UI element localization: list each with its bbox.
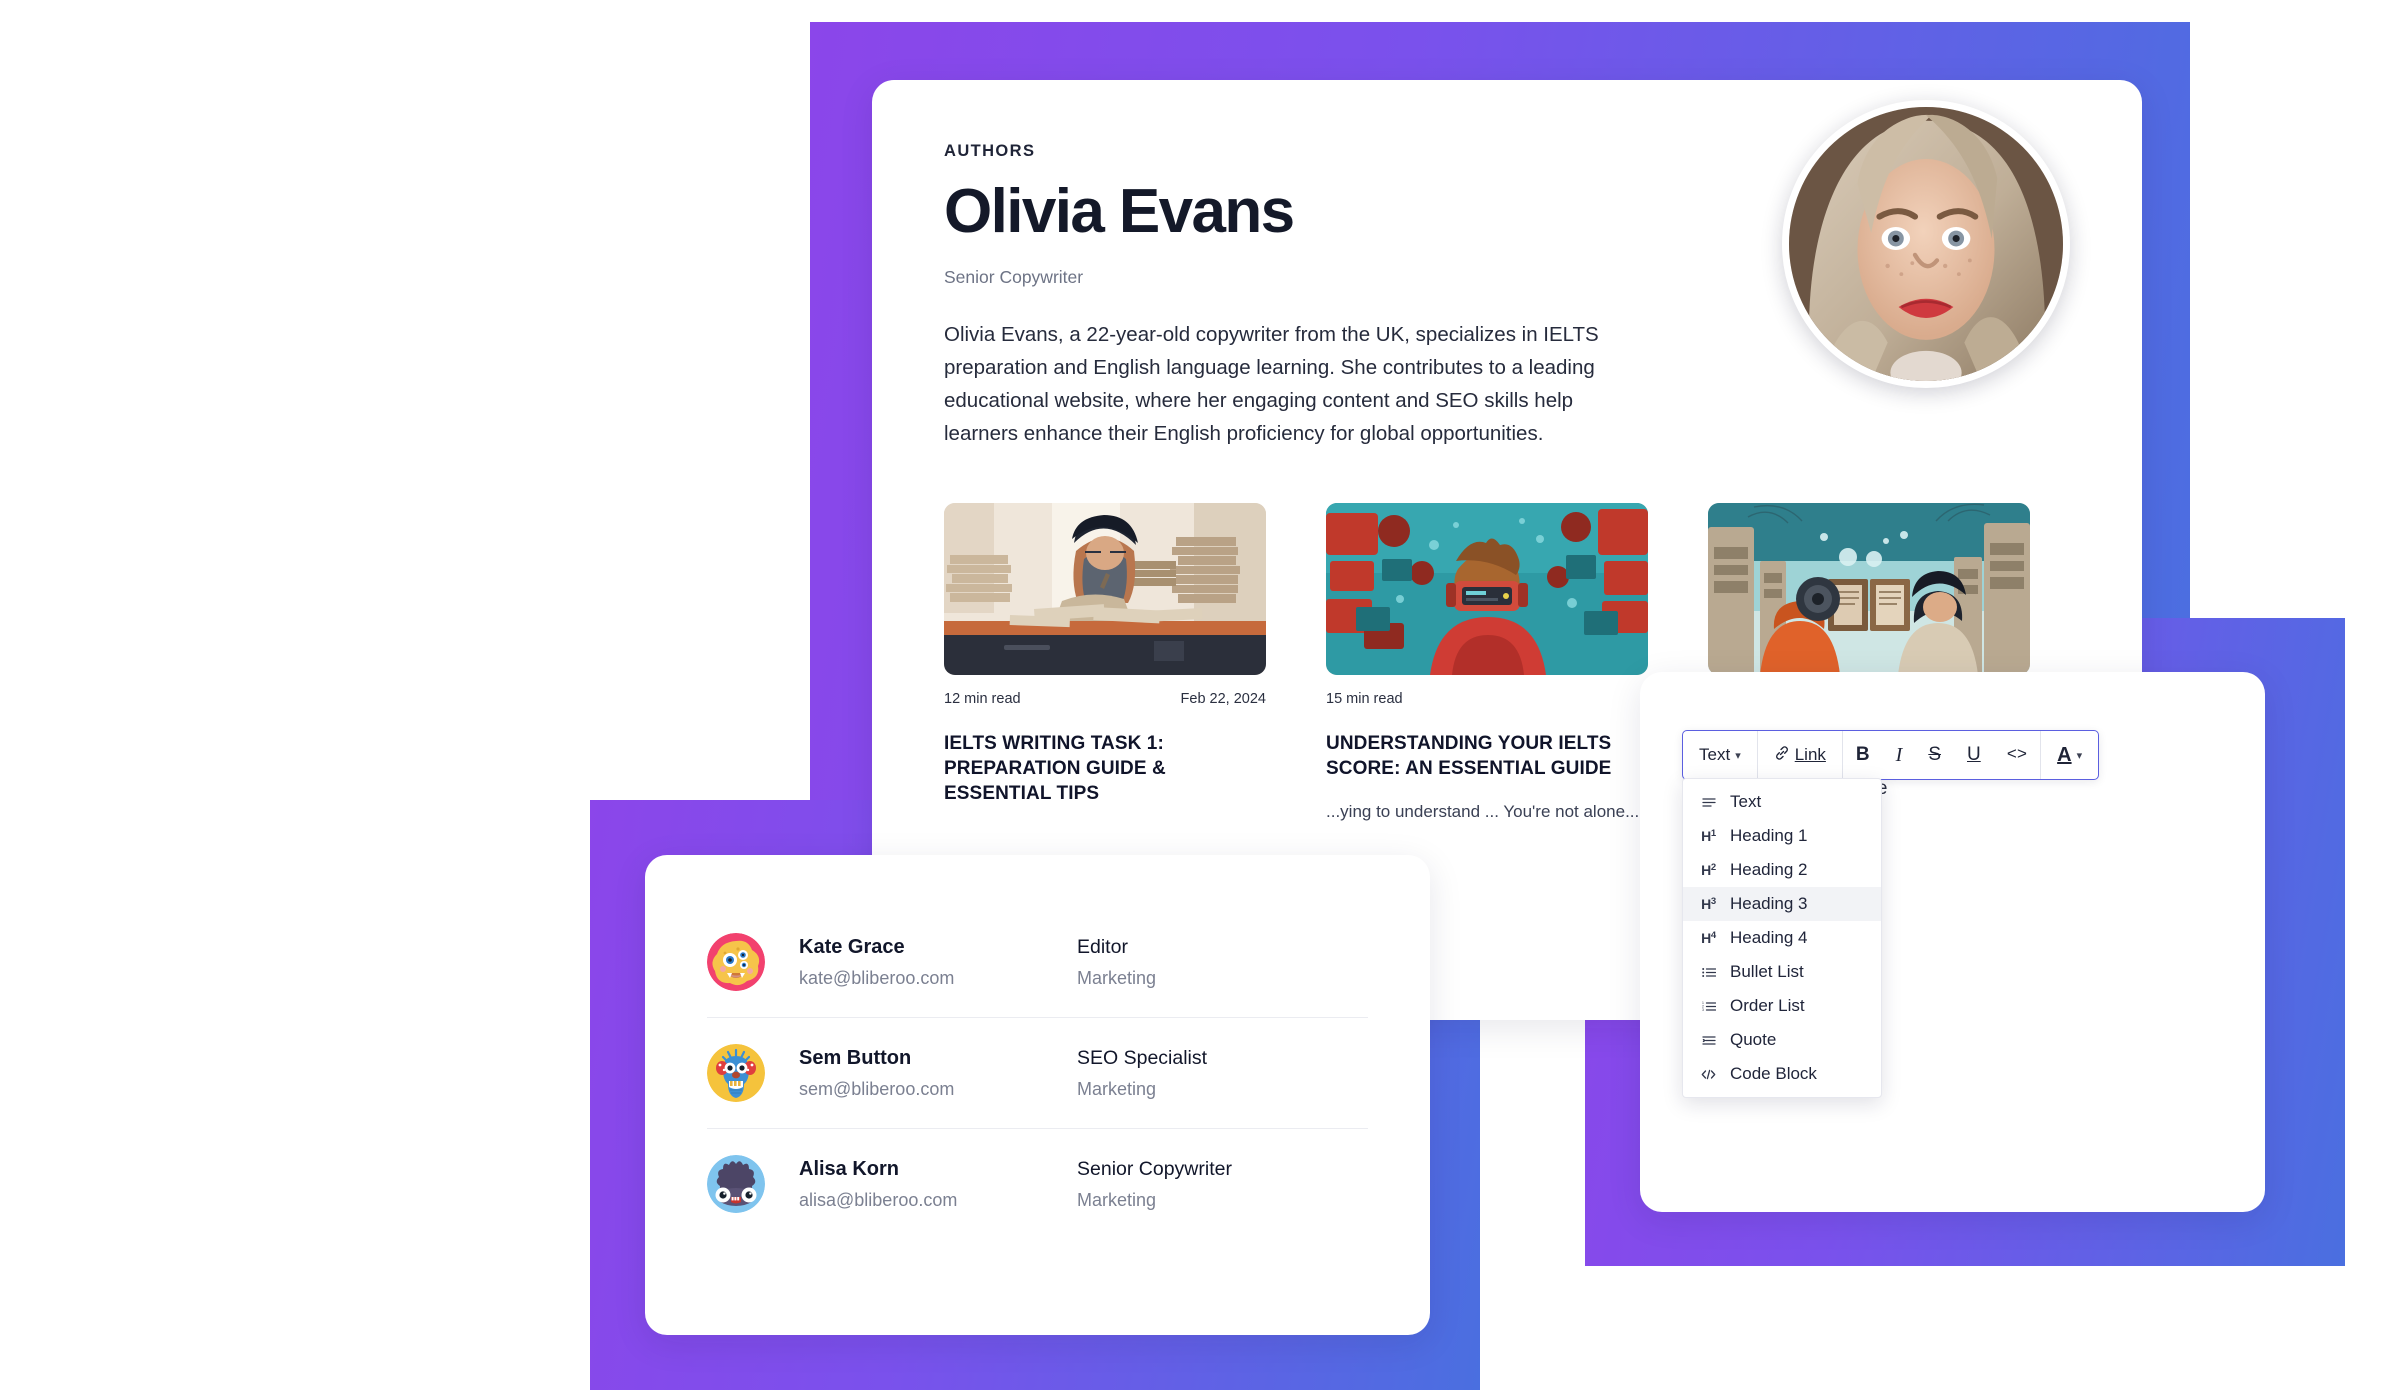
text-style-dropdown-button[interactable]: Text ▾ — [1683, 731, 1757, 779]
article-thumbnail — [1326, 502, 1648, 675]
monster-yellow-three-eyes-icon — [707, 933, 765, 991]
toolbar-group-style: Text ▾ — [1683, 731, 1757, 779]
avatar — [707, 1155, 765, 1213]
text-style-label: Text — [1699, 745, 1731, 764]
menu-item-code-block[interactable]: Code Block — [1683, 1057, 1881, 1091]
menu-item-label: Bullet List — [1730, 962, 1804, 981]
order-list-icon: 1 2 3 — [1699, 1001, 1718, 1012]
team-list: Kate Grace kate@bliberoo.com Editor Mark… — [645, 855, 1430, 1291]
editor-body-text[interactable]: ere — [1860, 778, 2223, 800]
formatting-toolbar: Text ▾ Link B I S U <> A ▾ — [1682, 730, 2100, 780]
article-meta: 15 min read — [1326, 691, 1648, 707]
member-job: SEO Specialist Marketing — [1077, 1047, 1368, 1100]
menu-item-heading-2[interactable]: H2 Heading 2 — [1683, 853, 1881, 887]
member-department: Marketing — [1077, 1189, 1157, 1210]
member-email: sem@bliberoo.com — [799, 1078, 955, 1099]
article-thumbnail — [944, 502, 1266, 675]
avatar — [707, 933, 765, 991]
h4-icon: H4 — [1701, 930, 1716, 946]
article-card[interactable]: 15 min read UNDERSTANDING YOUR IELTS SCO… — [1326, 502, 1648, 826]
h1-icon: H1 — [1701, 828, 1716, 844]
italic-button[interactable]: I — [1883, 731, 1916, 779]
menu-item-label: Heading 4 — [1730, 928, 1808, 947]
member-identity: Alisa Korn alisa@bliberoo.com — [799, 1158, 1077, 1211]
link-label: Link — [1794, 745, 1826, 764]
article-read-time: 12 min read — [944, 690, 1021, 707]
member-email: alisa@bliberoo.com — [799, 1189, 958, 1210]
menu-item-quote[interactable]: Quote — [1683, 1023, 1881, 1057]
menu-item-label: Heading 2 — [1730, 860, 1808, 879]
toolbar-group-inline: B I S U <> — [1841, 731, 2040, 779]
member-job: Editor Marketing — [1077, 936, 1368, 989]
article-excerpt: ...ying to understand ... You're not alo… — [1326, 801, 1640, 821]
desk-study-illustration-icon — [944, 502, 1266, 675]
inline-code-button[interactable]: <> — [1994, 731, 2040, 779]
member-title: Editor — [1077, 935, 1128, 958]
member-email: kate@bliberoo.com — [799, 967, 955, 988]
cyber-library-illustration-icon — [1708, 502, 2030, 675]
text-color-label: A — [2057, 743, 2072, 766]
underline-button[interactable]: U — [1954, 731, 1994, 779]
chevron-down-icon: ▾ — [1735, 749, 1741, 762]
menu-item-label: Quote — [1730, 1030, 1777, 1049]
article-date: Feb 22, 2024 — [1180, 690, 1266, 707]
member-name: Sem Button — [799, 1046, 912, 1069]
toolbar-group-link: Link — [1756, 731, 1842, 779]
monster-blue-horned-icon — [707, 1044, 765, 1102]
menu-item-heading-4[interactable]: H4 Heading 4 — [1683, 921, 1881, 955]
member-name: Kate Grace — [799, 935, 905, 958]
member-identity: Kate Grace kate@bliberoo.com — [799, 936, 1077, 989]
menu-item-bullet-list[interactable]: Bullet List — [1683, 955, 1881, 989]
screenshot-stage: AUTHORS Olivia Evans Senior Copywriter O… — [0, 0, 2400, 1400]
strikethrough-button[interactable]: S — [1915, 731, 1954, 779]
toolbar-group-color: A ▾ — [2040, 731, 2098, 779]
bold-button[interactable]: B — [1843, 731, 1883, 779]
article-read-time: 15 min read — [1326, 690, 1403, 707]
menu-item-label: Code Block — [1730, 1064, 1817, 1083]
paragraph-icon — [1699, 797, 1718, 808]
code-block-icon — [1699, 1069, 1718, 1080]
quote-icon — [1699, 1035, 1718, 1046]
text-style-dropdown-menu: Text H1 Heading 1 H2 Heading 2 H3 Headin… — [1682, 778, 1882, 1098]
article-meta: 12 min read Feb 22, 2024 — [944, 691, 1266, 707]
bullet-list-icon — [1699, 967, 1718, 978]
table-row[interactable]: Kate Grace kate@bliberoo.com Editor Mark… — [707, 907, 1368, 1017]
menu-item-label: Order List — [1730, 996, 1805, 1015]
author-bio: Olivia Evans, a 22-year-old copywriter f… — [944, 322, 1599, 446]
table-row[interactable]: Sem Button sem@bliberoo.com SEO Speciali… — [707, 1017, 1368, 1128]
author-portrait-icon — [1789, 107, 2063, 381]
link-icon — [1774, 745, 1790, 766]
chevron-down-icon: ▾ — [2076, 749, 2083, 762]
member-title: SEO Specialist — [1077, 1046, 1208, 1069]
menu-item-text[interactable]: Text — [1683, 785, 1881, 819]
article-card[interactable]: 12 min read Feb 22, 2024 IELTS WRITING T… — [944, 502, 1266, 826]
article-title[interactable]: IELTS WRITING TASK 1: PREPARATION GUIDE … — [944, 731, 1266, 806]
h3-icon: H3 — [1701, 896, 1716, 912]
h2-icon: H2 — [1701, 862, 1716, 878]
menu-item-heading-3[interactable]: H3 Heading 3 — [1683, 887, 1881, 921]
menu-item-order-list[interactable]: 1 2 3 Order List — [1683, 989, 1881, 1023]
member-identity: Sem Button sem@bliberoo.com — [799, 1047, 1077, 1100]
article-title[interactable]: UNDERSTANDING YOUR IELTS SCORE: AN ESSEN… — [1326, 731, 1648, 781]
team-members-card: Kate Grace kate@bliberoo.com Editor Mark… — [645, 855, 1430, 1335]
monster-purple-fluffy-icon — [707, 1155, 765, 1213]
editor-card: ere Text ▾ — [1640, 672, 2265, 1212]
vr-cyber-illustration-icon — [1326, 502, 1648, 675]
member-department: Marketing — [1077, 1078, 1157, 1099]
member-department: Marketing — [1077, 967, 1157, 988]
menu-item-label: Heading 3 — [1730, 894, 1808, 913]
member-job: Senior Copywriter Marketing — [1077, 1158, 1368, 1211]
avatar — [1782, 100, 2070, 388]
member-name: Alisa Korn — [799, 1157, 900, 1180]
svg-text:3: 3 — [1702, 1008, 1704, 1012]
table-row[interactable]: Alisa Korn alisa@bliberoo.com Senior Cop… — [707, 1128, 1368, 1239]
article-thumbnail — [1708, 502, 2030, 675]
menu-item-label: Text — [1730, 792, 1762, 811]
text-color-button[interactable]: A ▾ — [2041, 731, 2098, 779]
avatar — [707, 1044, 765, 1102]
member-title: Senior Copywriter — [1077, 1157, 1232, 1180]
menu-item-label: Heading 1 — [1730, 826, 1808, 845]
link-button[interactable]: Link — [1758, 731, 1842, 779]
menu-item-heading-1[interactable]: H1 Heading 1 — [1683, 819, 1881, 853]
